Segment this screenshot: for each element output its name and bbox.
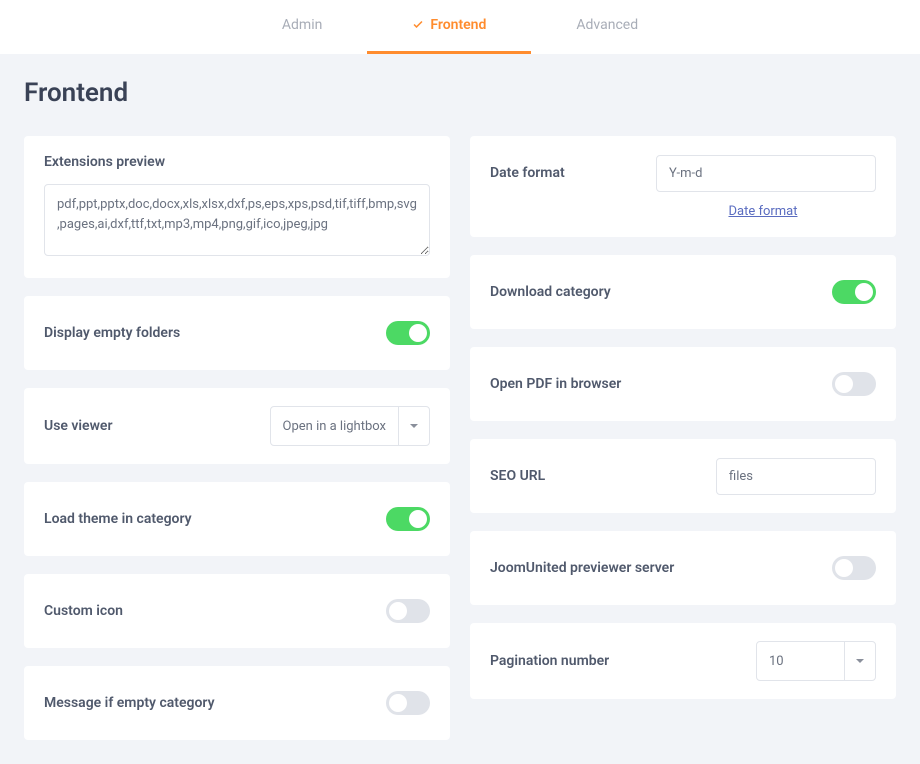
left-column: Extensions preview pdf,ppt,pptx,doc,docx… (24, 136, 450, 740)
card-use-viewer: Use viewer Open in a lightbox (24, 388, 450, 464)
columns: Extensions preview pdf,ppt,pptx,doc,docx… (24, 136, 896, 740)
pagination-label: Pagination number (490, 653, 609, 669)
message-if-empty-toggle[interactable] (386, 691, 430, 715)
date-format-link[interactable]: Date format (650, 204, 876, 219)
page-content: Frontend Extensions preview pdf,ppt,pptx… (0, 54, 920, 764)
seo-url-input[interactable] (716, 458, 876, 495)
download-category-toggle[interactable] (832, 280, 876, 304)
open-pdf-label: Open PDF in browser (490, 376, 621, 392)
check-icon (412, 19, 424, 31)
card-date-format: Date format Date format (470, 136, 896, 237)
tab-admin[interactable]: Admin (237, 0, 367, 54)
card-seo-url: SEO URL (470, 439, 896, 513)
message-if-empty-label: Message if empty category (44, 695, 215, 711)
card-download-category: Download category (470, 255, 896, 329)
use-viewer-select[interactable]: Open in a lightbox (270, 406, 430, 446)
load-theme-label: Load theme in category (44, 511, 192, 527)
page-title: Frontend (24, 78, 896, 108)
card-message-if-empty: Message if empty category (24, 666, 450, 740)
display-empty-folders-toggle[interactable] (386, 321, 430, 345)
tab-advanced-label: Advanced (576, 17, 638, 33)
date-format-label: Date format (490, 165, 565, 181)
joomunited-label: JoomUnited previewer server (490, 560, 674, 576)
card-custom-icon: Custom icon (24, 574, 450, 648)
extensions-preview-input[interactable]: pdf,ppt,pptx,doc,docx,xls,xlsx,dxf,ps,ep… (44, 184, 430, 256)
card-display-empty-folders: Display empty folders (24, 296, 450, 370)
card-pagination: Pagination number 10 (470, 623, 896, 699)
tab-advanced[interactable]: Advanced (531, 0, 683, 54)
card-load-theme: Load theme in category (24, 482, 450, 556)
tab-frontend-label: Frontend (430, 17, 486, 33)
chevron-down-icon (845, 642, 875, 680)
pagination-select[interactable]: 10 (756, 641, 876, 681)
chevron-down-icon (399, 407, 429, 445)
date-format-input[interactable] (656, 155, 876, 192)
card-extensions-preview: Extensions preview pdf,ppt,pptx,doc,docx… (24, 136, 450, 278)
extensions-preview-label: Extensions preview (44, 154, 430, 170)
custom-icon-toggle[interactable] (386, 599, 430, 623)
load-theme-toggle[interactable] (386, 507, 430, 531)
tab-admin-label: Admin (282, 17, 322, 33)
right-column: Date format Date format Download categor… (470, 136, 896, 740)
joomunited-toggle[interactable] (832, 556, 876, 580)
display-empty-folders-label: Display empty folders (44, 325, 180, 341)
pagination-value: 10 (757, 642, 845, 680)
card-open-pdf: Open PDF in browser (470, 347, 896, 421)
tabs-bar: Admin Frontend Advanced (0, 0, 920, 54)
open-pdf-toggle[interactable] (832, 372, 876, 396)
custom-icon-label: Custom icon (44, 603, 123, 619)
use-viewer-value: Open in a lightbox (271, 407, 399, 445)
tab-frontend[interactable]: Frontend (367, 0, 531, 54)
download-category-label: Download category (490, 284, 611, 300)
use-viewer-label: Use viewer (44, 418, 113, 434)
seo-url-label: SEO URL (490, 468, 545, 484)
card-joomunited: JoomUnited previewer server (470, 531, 896, 605)
